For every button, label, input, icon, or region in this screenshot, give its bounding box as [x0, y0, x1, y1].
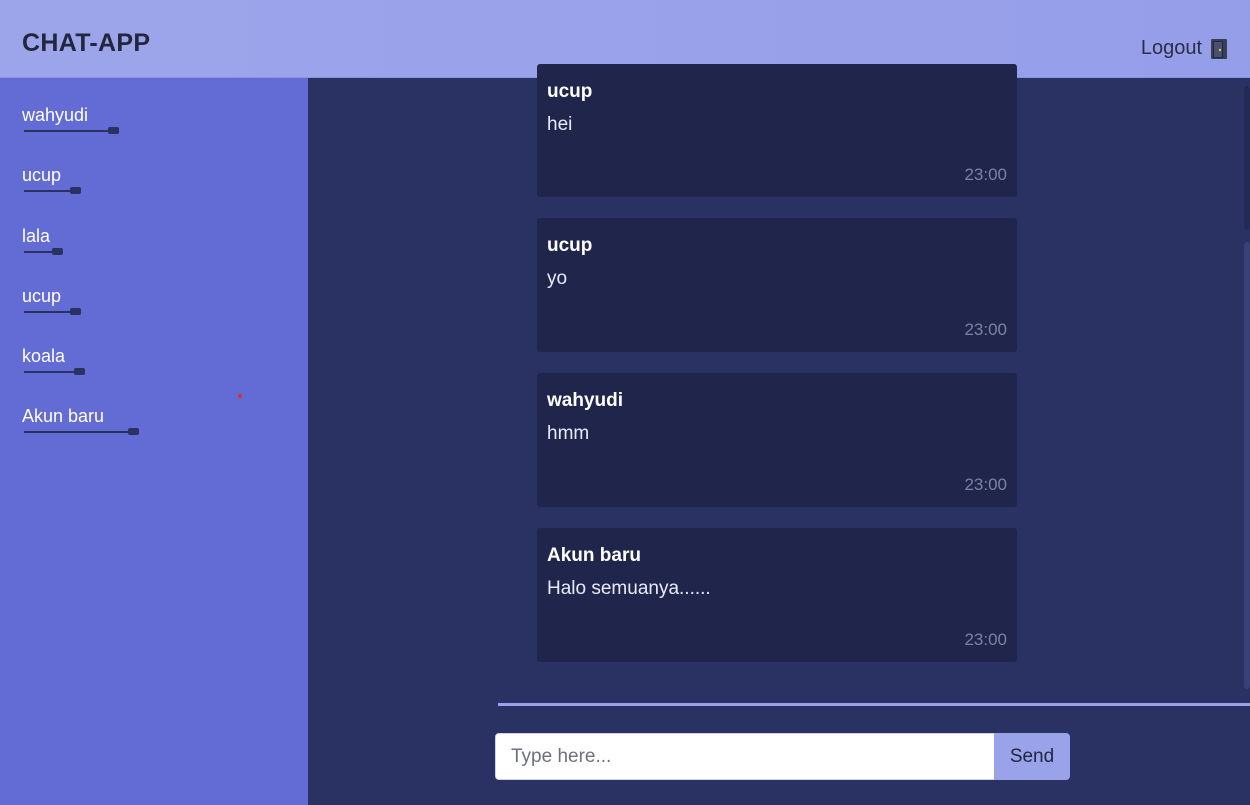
- message-text: yo: [547, 268, 568, 289]
- message-bubble: Akun baru Halo semuanya...... 23:00: [537, 528, 1017, 662]
- message-sender: Akun baru: [547, 545, 641, 566]
- sidebar-user-ucup[interactable]: ucup: [22, 164, 81, 194]
- send-button[interactable]: Send: [994, 733, 1070, 780]
- scrollbar-track: [1244, 86, 1250, 230]
- door-icon: [1210, 38, 1228, 60]
- sidebar-user-akun-baru[interactable]: Akun baru: [22, 405, 139, 435]
- user-name: lala: [22, 226, 51, 246]
- message-sender: ucup: [547, 81, 593, 102]
- user-name: koala: [22, 346, 66, 366]
- sidebar-user-wahyudi[interactable]: wahyudi: [22, 104, 119, 134]
- sidebar-user-lala[interactable]: lala: [22, 225, 63, 255]
- chat-app: CHAT-APP Logout wahyudi ucup lala ucup k…: [0, 0, 1250, 805]
- sidebar-user-koala[interactable]: koala: [22, 345, 85, 375]
- message-sender: wahyudi: [547, 390, 624, 411]
- user-underline: [24, 248, 63, 255]
- user-name: ucup: [22, 165, 62, 185]
- scrollbar-thumb[interactable]: [1244, 242, 1250, 689]
- user-underline: [24, 368, 85, 375]
- notification-dot: [238, 394, 242, 398]
- message-time: 23:00: [964, 475, 1007, 494]
- composer-divider: [498, 703, 1250, 706]
- message-list[interactable]: ucup hei 23:00 ucup yo 23:00 wahyudi hmm…: [308, 64, 1250, 704]
- message-text: hei: [547, 114, 573, 135]
- message-bubble: ucup yo 23:00: [537, 218, 1017, 352]
- logout-button[interactable]: Logout: [1141, 37, 1228, 60]
- user-name: Akun baru: [22, 406, 105, 426]
- message-time: 23:00: [964, 630, 1007, 649]
- user-underline: [24, 127, 119, 134]
- message-bubble: ucup hei 23:00: [537, 64, 1017, 197]
- user-underline: [24, 308, 81, 315]
- app-title: CHAT-APP: [22, 29, 151, 57]
- message-time: 23:00: [964, 320, 1007, 339]
- message-text: hmm: [547, 423, 590, 444]
- message-input[interactable]: [495, 733, 994, 780]
- message-bubble: wahyudi hmm 23:00: [537, 373, 1017, 507]
- contacts-sidebar: wahyudi ucup lala ucup koala Akun baru: [0, 78, 308, 805]
- message-text: Halo semuanya......: [547, 578, 711, 599]
- message-sender: ucup: [547, 235, 593, 256]
- sidebar-user-ucup-2[interactable]: ucup: [22, 285, 81, 315]
- user-name: ucup: [22, 286, 62, 306]
- logout-label: Logout: [1140, 37, 1202, 59]
- user-underline: [24, 187, 81, 194]
- message-composer: Send: [495, 733, 1070, 780]
- user-name: wahyudi: [22, 105, 89, 125]
- message-time: 23:00: [964, 165, 1007, 184]
- user-underline: [24, 428, 139, 435]
